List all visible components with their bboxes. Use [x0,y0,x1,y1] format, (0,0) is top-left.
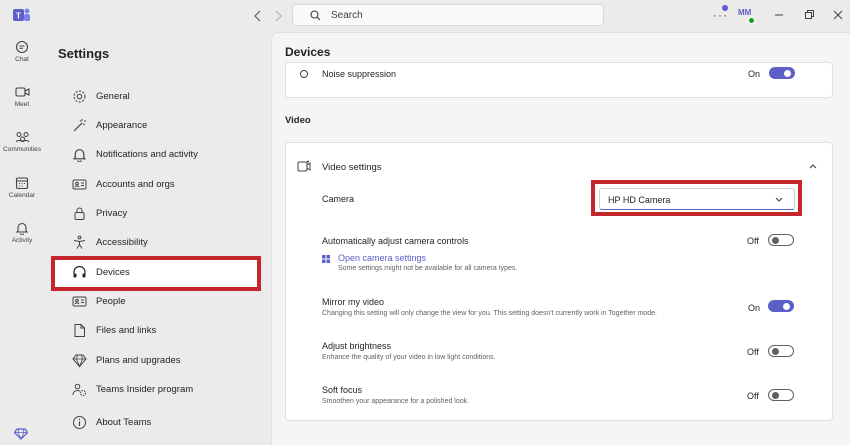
file-icon [74,324,85,337]
settings-item-label: Appearance [96,120,148,131]
settings-item-label: Accounts and orgs [96,179,175,190]
video-icon [14,87,30,97]
presence-available-icon [748,17,755,24]
settings-item-about[interactable]: About Teams [52,408,260,438]
settings-item-insider[interactable]: Teams Insider program [52,375,260,405]
settings-item-privacy[interactable]: Privacy [52,199,260,229]
settings-item-general[interactable]: General [52,82,260,112]
accessibility-icon [73,235,86,249]
search-input[interactable]: Search [292,4,604,26]
rail-item-label: Chat [15,56,29,63]
rail-item-activity[interactable]: Activity [0,221,44,263]
soft-focus-desc: Smoothen your appearance for a polished … [322,398,470,405]
back-arrow-icon[interactable] [250,8,266,24]
minimize-icon[interactable] [772,8,786,22]
settings-item-files[interactable]: Files and links [52,316,260,346]
settings-item-label: Privacy [96,208,128,219]
svg-text:T: T [16,12,21,21]
soft-focus-label: Soft focus [322,385,363,395]
notification-dot [722,5,728,11]
mirror-video-desc: Changing this setting will only change t… [322,310,657,317]
contact-card-icon [72,296,87,307]
settings-item-label: Notifications and activity [96,149,198,160]
video-settings-title: Video settings [322,162,382,173]
rail-item-label: Communities [3,146,41,153]
calendar-icon [15,177,29,190]
settings-item-label: Accessibility [96,237,148,248]
noise-suppression-toggle[interactable] [769,67,795,79]
bell-icon [15,222,29,235]
mirror-video-label: Mirror my video [322,297,385,307]
search-placeholder: Search [331,10,363,21]
people-gear-icon [72,383,86,396]
diamond-icon [72,354,87,368]
video-section-heading: Video [285,115,311,126]
title-bar: Search ··· MM [44,0,850,32]
auto-adjust-label: Automatically adjust camera controls [322,236,469,246]
mirror-video-toggle[interactable] [768,300,794,312]
settings-item-label: Teams Insider program [96,384,194,395]
lock-icon [74,207,85,220]
communities-icon [15,132,29,143]
page-title: Devices [285,45,331,59]
premium-diamond-icon[interactable] [14,428,28,440]
open-camera-note: Some settings might not be available for… [338,265,518,272]
open-camera-settings-link[interactable]: Open camera settings [338,253,426,263]
gear-icon [73,90,86,103]
devices-highlight-box [51,256,261,291]
rail-item-meet[interactable]: Meet [0,85,44,127]
rail-item-label: Calendar [8,192,36,199]
camera-label: Camera [322,194,355,204]
chat-icon [15,40,29,54]
bell-icon [72,149,87,162]
settings-item-label: General [96,91,130,102]
adjust-brightness-state: Off [747,347,759,357]
camera-highlight-box [591,180,802,216]
noise-icon [300,70,308,78]
settings-item-label: People [96,296,126,307]
noise-suppression-card: Noise suppression On [285,62,833,98]
adjust-brightness-desc: Enhance the quality of your video in low… [322,354,496,361]
rail-item-label: Activity [11,237,33,244]
noise-suppression-label: Noise suppression [322,69,397,79]
soft-focus-state: Off [747,391,759,401]
settings-item-people[interactable]: People [52,287,260,317]
auto-adjust-state: Off [747,236,759,246]
info-icon [73,416,86,429]
rail-item-communities[interactable]: Communities [0,130,44,172]
adjust-brightness-toggle[interactable] [768,345,794,357]
settings-item-accessibility[interactable]: Accessibility [52,228,260,258]
noise-suppression-state: On [748,69,761,79]
rail-item-chat[interactable]: Chat [0,40,44,82]
wand-icon [73,119,86,132]
app-rail: T Chat Meet Communities Calendar Activit… [0,0,44,445]
settings-item-accounts[interactable]: Accounts and orgs [52,170,260,200]
search-icon [310,10,321,21]
settings-item-appearance[interactable]: Appearance [52,111,260,141]
id-card-icon [72,179,87,190]
video-settings-icon [297,160,311,172]
chevron-up-icon[interactable] [808,161,818,171]
forward-arrow-icon[interactable] [270,8,286,24]
settings-title: Settings [58,46,110,61]
auto-adjust-toggle[interactable] [768,234,794,246]
restore-icon[interactable] [802,8,816,22]
mirror-video-state: On [748,303,761,313]
soft-focus-toggle[interactable] [768,389,794,401]
settings-item-label: Files and links [96,325,157,336]
adjust-brightness-label: Adjust brightness [322,341,392,351]
close-icon[interactable] [831,8,845,22]
settings-item-plans[interactable]: Plans and upgrades [52,346,260,376]
settings-item-label: Plans and upgrades [96,355,181,366]
settings-item-label: About Teams [96,417,152,428]
settings-item-notifications[interactable]: Notifications and activity [52,140,260,170]
windows-icon [322,255,330,263]
rail-item-calendar[interactable]: Calendar [0,176,44,218]
teams-logo-icon: T [13,8,30,21]
rail-item-label: Meet [14,101,30,108]
